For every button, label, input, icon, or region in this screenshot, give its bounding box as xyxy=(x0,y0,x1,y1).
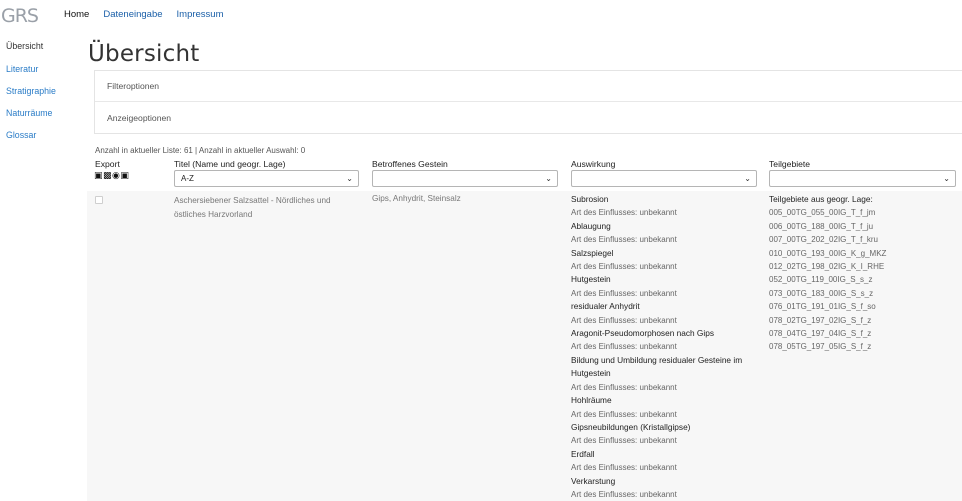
parts-heading: Teilgebiete aus geogr. Lage: xyxy=(769,194,873,204)
chevron-down-icon: ⌄ xyxy=(943,174,950,183)
nav-home[interactable]: Home xyxy=(64,9,89,20)
sidebar-item-literatur[interactable]: Literatur xyxy=(6,64,38,74)
effect-name: Subrosion xyxy=(571,194,609,204)
part-item: 078_02TG_197_02IG_S_f_z xyxy=(769,315,872,325)
filter-options-label: Filteroptionen xyxy=(107,81,160,91)
header-title[interactable]: Titel (Name und geogr. Lage) xyxy=(174,159,285,169)
part-item: 078_04TG_197_04IG_S_f_z xyxy=(769,329,872,339)
effect-name: Bildung und Umbildung residualer Gestein… xyxy=(571,354,743,379)
part-item: 076_01TG_191_01IG_S_f_so xyxy=(769,302,876,312)
display-options-toggle[interactable]: Anzeigeoptionen xyxy=(95,102,962,134)
part-item: 005_00TG_055_00IG_T_f_jm xyxy=(769,208,876,218)
svg-text:GRS: GRS xyxy=(1,5,38,26)
export-icons[interactable]: ▣▩◉▣ xyxy=(94,170,129,181)
row-rock: Gips, Anhydrit, Steinsalz xyxy=(372,194,461,203)
header-parts[interactable]: Teilgebiete xyxy=(769,159,810,169)
rock-filter-select[interactable]: ⌄ xyxy=(372,170,558,187)
header-effect[interactable]: Auswirkung xyxy=(571,159,615,169)
filter-options-toggle[interactable]: Filteroptionen xyxy=(95,71,962,102)
effect-name: Gipsneubildungen (Kristallgipse) xyxy=(571,421,691,432)
part-item: 007_00TG_202_02IG_T_f_kru xyxy=(769,235,878,245)
effect-influence: Art des Einflusses: unbekannt xyxy=(571,436,677,446)
effect-name: Verkarstung xyxy=(571,475,616,486)
nav-dateneingabe[interactable]: Dateneingabe xyxy=(103,9,162,20)
header-export: Export xyxy=(95,159,120,169)
page-title: Übersicht xyxy=(88,41,200,67)
header-rock[interactable]: Betroffenes Gestein xyxy=(372,159,448,169)
title-sort-value: A-Z xyxy=(181,174,194,183)
part-item: 010_00TG_193_00IG_K_g_MKZ xyxy=(769,248,887,258)
effect-influence: Art des Einflusses: unbekannt xyxy=(571,235,677,245)
top-navbar: GRS Home Dateneingabe Impressum xyxy=(0,0,962,30)
sidebar: Übersicht Literatur Stratigraphie Naturr… xyxy=(0,30,86,501)
effect-filter-select[interactable]: ⌄ xyxy=(571,170,757,187)
title-sort-select[interactable]: A-Z ⌄ xyxy=(174,170,359,187)
part-item: 073_00TG_183_00IG_S_s_z xyxy=(769,288,874,298)
main-nav: Home Dateneingabe Impressum xyxy=(64,9,238,20)
row-effects-list: Subrosion Art des Einflusses: unbekannt … xyxy=(571,193,761,501)
sidebar-item-stratigraphie[interactable]: Stratigraphie xyxy=(6,86,56,96)
parts-filter-select[interactable]: ⌄ xyxy=(769,170,956,187)
effect-name: Ablaugung xyxy=(571,220,611,231)
list-count: Anzahl in aktueller Liste: 61 | Anzahl i… xyxy=(95,146,306,155)
effect-influence: Art des Einflusses: unbekannt xyxy=(571,489,677,499)
row-parts-list: Teilgebiete aus geogr. Lage: 005_00TG_05… xyxy=(769,193,886,354)
sidebar-item-naturraeume[interactable]: Naturräume xyxy=(6,108,52,118)
effect-name: Aragonit-Pseudomorphosen nach Gips xyxy=(571,328,714,339)
effect-influence: Art des Einflusses: unbekannt xyxy=(571,409,677,419)
effect-influence: Art des Einflusses: unbekannt xyxy=(571,262,677,272)
part-item: 078_05TG_197_05IG_S_f_z xyxy=(769,342,872,352)
effect-name: Hohlräume xyxy=(571,395,612,406)
display-options-label: Anzeigeoptionen xyxy=(107,113,172,123)
effect-influence: Art des Einflusses: unbekannt xyxy=(571,208,677,218)
effect-influence: Art des Einflusses: unbekannt xyxy=(571,342,677,352)
chevron-down-icon: ⌄ xyxy=(346,174,353,183)
effect-name: Salzspiegel xyxy=(571,247,614,258)
effect-influence: Art des Einflusses: unbekannt xyxy=(571,382,677,392)
part-item: 012_02TG_198_02IG_K_I_RHE xyxy=(769,262,885,272)
chevron-down-icon: ⌄ xyxy=(545,174,552,183)
part-item: 052_00TG_119_00IG_S_s_z xyxy=(769,275,873,285)
sidebar-item-uebersicht[interactable]: Übersicht xyxy=(6,41,43,51)
grs-logo[interactable]: GRS xyxy=(1,4,43,26)
effect-influence: Art des Einflusses: unbekannt xyxy=(571,288,677,298)
chevron-down-icon: ⌄ xyxy=(744,174,751,183)
options-accordion: Filteroptionen Anzeigeoptionen xyxy=(94,70,962,134)
sidebar-item-glossar[interactable]: Glossar xyxy=(6,130,36,140)
part-item: 006_00TG_188_00IG_T_f_ju xyxy=(769,221,874,231)
row-title[interactable]: Aschersiebener Salzsattel - Nördliches u… xyxy=(174,194,358,221)
effect-name: Hutgestein xyxy=(571,274,611,285)
nav-impressum[interactable]: Impressum xyxy=(177,9,224,20)
effect-influence: Art des Einflusses: unbekannt xyxy=(571,315,677,325)
row-select-checkbox[interactable] xyxy=(95,196,103,204)
effect-name: residualer Anhydrit xyxy=(571,301,640,312)
effect-influence: Art des Einflusses: unbekannt xyxy=(571,463,677,473)
effect-name: Erdfall xyxy=(571,448,595,459)
